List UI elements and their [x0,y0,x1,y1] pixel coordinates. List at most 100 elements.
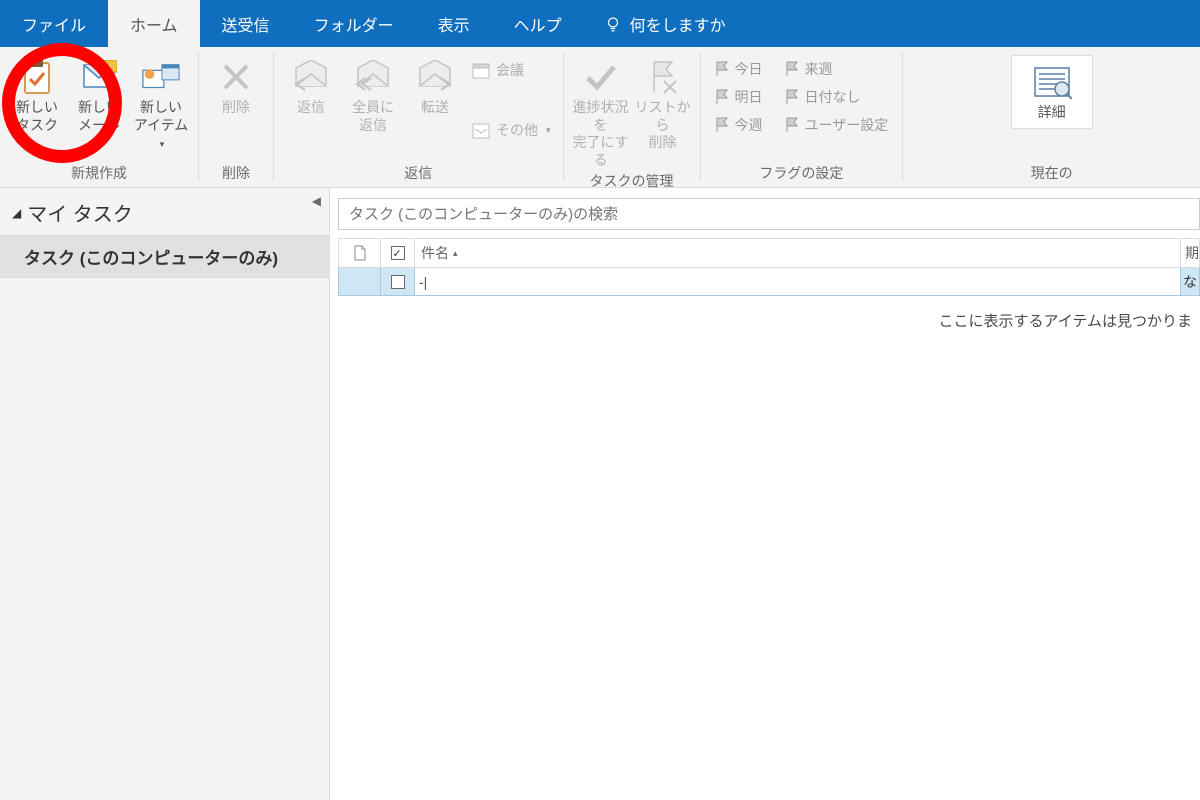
forward-label: 転送 [421,99,449,117]
more-button[interactable]: その他 ▾ [468,117,555,143]
nav-item-tasks-local[interactable]: タスク (このコンピューターのみ) [0,235,329,278]
group-label-flags: フラグの設定 [715,161,889,185]
flag-tomorrow-label: 明日 [735,87,763,107]
mark-complete-label: 進捗状況を 完了にする [572,99,630,169]
mail-icon [79,57,119,97]
group-label-delete: 削除 [207,161,265,185]
flag-next-week-label: 来週 [805,59,833,79]
ribbon-group-manage: 進捗状況を 完了にする リストから 削除 タスクの管理 [564,47,700,187]
nav-header[interactable]: ◢ マイ タスク [0,188,329,235]
flag-this-week-label: 今週 [735,115,763,135]
new-task-row[interactable]: -| な [338,268,1200,296]
ribbon-group-flags: 今日 明日 今週 来週 日付なし [701,47,903,187]
group-label-currentview: 現在の [911,161,1192,185]
col-subject[interactable]: 件名 ▴ [415,239,1181,267]
new-task-button[interactable]: 新しい タスク [8,55,66,134]
flag-icon [785,89,799,105]
detail-view-button[interactable]: 詳細 [1011,55,1093,129]
col-due-label: 期 [1185,243,1199,263]
forward-button[interactable]: 転送 [406,55,464,117]
new-row-due-label: な [1183,272,1197,292]
ribbon-group-respond: 返信 全員に 返信 転送 [274,47,563,187]
checkbox-empty-icon [391,275,405,289]
x-icon [216,57,256,97]
reply-all-button[interactable]: 全員に 返信 [344,55,402,134]
collapse-nav-icon[interactable]: ◀ [312,194,321,208]
detail-view-label: 詳細 [1038,104,1066,122]
tab-help[interactable]: ヘルプ [492,0,584,47]
empty-list-message: ここに表示するアイテムは見つかりま [330,296,1200,345]
new-mail-button[interactable]: 新しい メール [70,55,128,134]
new-items-label: 新しい アイテム ▾ [132,99,190,152]
tab-home[interactable]: ホーム [108,0,200,47]
remove-from-list-label: リストから 削除 [634,99,692,152]
search-box[interactable] [338,198,1200,230]
ribbon-group-delete: 削除 削除 [199,47,273,187]
nav-pane: ◀ ◢ マイ タスク タスク (このコンピューターのみ) [0,188,330,800]
col-due[interactable]: 期 [1181,239,1199,267]
main-pane: 件名 ▴ 期 -| な ここに表示するアイテムは見つかりま [330,188,1200,800]
search-input[interactable] [339,206,1199,223]
reply-button[interactable]: 返信 [282,55,340,117]
checkbox-checked-icon [391,246,405,260]
group-label-respond: 返信 [282,161,555,185]
page-icon [353,245,367,261]
new-row-check-cell[interactable] [381,268,415,295]
tab-view[interactable]: 表示 [416,0,492,47]
meeting-button[interactable]: 会議 [468,57,555,83]
flag-icon [715,61,729,77]
flag-no-date[interactable]: 日付なし [785,85,889,109]
flag-today-label: 今日 [735,59,763,79]
col-subject-label: 件名 [421,243,449,263]
body-split: ◀ ◢ マイ タスク タスク (このコンピューターのみ) 件名 ▴ 期 [0,188,1200,800]
tab-file[interactable]: ファイル [0,0,108,47]
clipboard-check-icon [17,57,57,97]
flag-custom[interactable]: ユーザー設定 [785,113,889,137]
new-task-label: 新しい タスク [16,99,58,134]
reply-label: 返信 [297,99,325,117]
new-row-cursor: -| [419,274,427,290]
ribbon: 新しい タスク 新しい メール [0,47,1200,188]
tab-folder[interactable]: フォルダー [292,0,416,47]
table-header: 件名 ▴ 期 [338,238,1200,268]
group-label-manage: タスクの管理 [572,169,692,193]
mark-complete-button[interactable]: 進捗状況を 完了にする [572,55,630,169]
flag-this-week[interactable]: 今週 [715,113,763,137]
new-row-flag-cell [339,268,381,295]
col-icon[interactable] [339,239,381,267]
new-row-subject-cell[interactable]: -| [415,268,1181,295]
lightbulb-icon [604,15,622,33]
calendar-icon [472,61,490,79]
nav-header-label: マイ タスク [27,198,133,227]
new-items-button[interactable]: 新しい アイテム ▾ [132,55,190,152]
reply-icon [291,57,331,97]
remove-from-list-button[interactable]: リストから 削除 [634,55,692,152]
flag-tomorrow[interactable]: 明日 [715,85,763,109]
flag-today[interactable]: 今日 [715,57,763,81]
new-row-due-cell: な [1181,268,1199,295]
flag-custom-label: ユーザー設定 [805,115,889,135]
reply-all-icon [353,57,393,97]
flag-icon [785,117,799,133]
flag-next-week[interactable]: 来週 [785,57,889,81]
col-complete[interactable] [381,239,415,267]
check-icon [581,57,621,97]
flag-icon [715,117,729,133]
flag-no-date-label: 日付なし [805,87,861,107]
meeting-label: 会議 [496,60,524,80]
tab-strip: ファイル ホーム 送受信 フォルダー 表示 ヘルプ 何をしますか [0,0,1200,47]
more-icon [472,121,490,139]
tell-me-label: 何をしますか [630,12,726,36]
tab-sendreceive[interactable]: 送受信 [200,0,292,47]
tell-me-search[interactable]: 何をしますか [584,0,746,47]
forward-icon [415,57,455,97]
delete-label: 削除 [222,99,250,117]
new-mail-label: 新しい メール [78,99,120,134]
sort-asc-icon: ▴ [453,248,458,259]
delete-button[interactable]: 削除 [207,55,265,117]
ribbon-group-currentview: 詳細 現在の [903,47,1200,187]
ribbon-group-new: 新しい タスク 新しい メール [0,47,198,187]
new-items-icon [141,57,181,97]
detail-list-icon [1032,62,1072,102]
flag-x-icon [643,57,683,97]
